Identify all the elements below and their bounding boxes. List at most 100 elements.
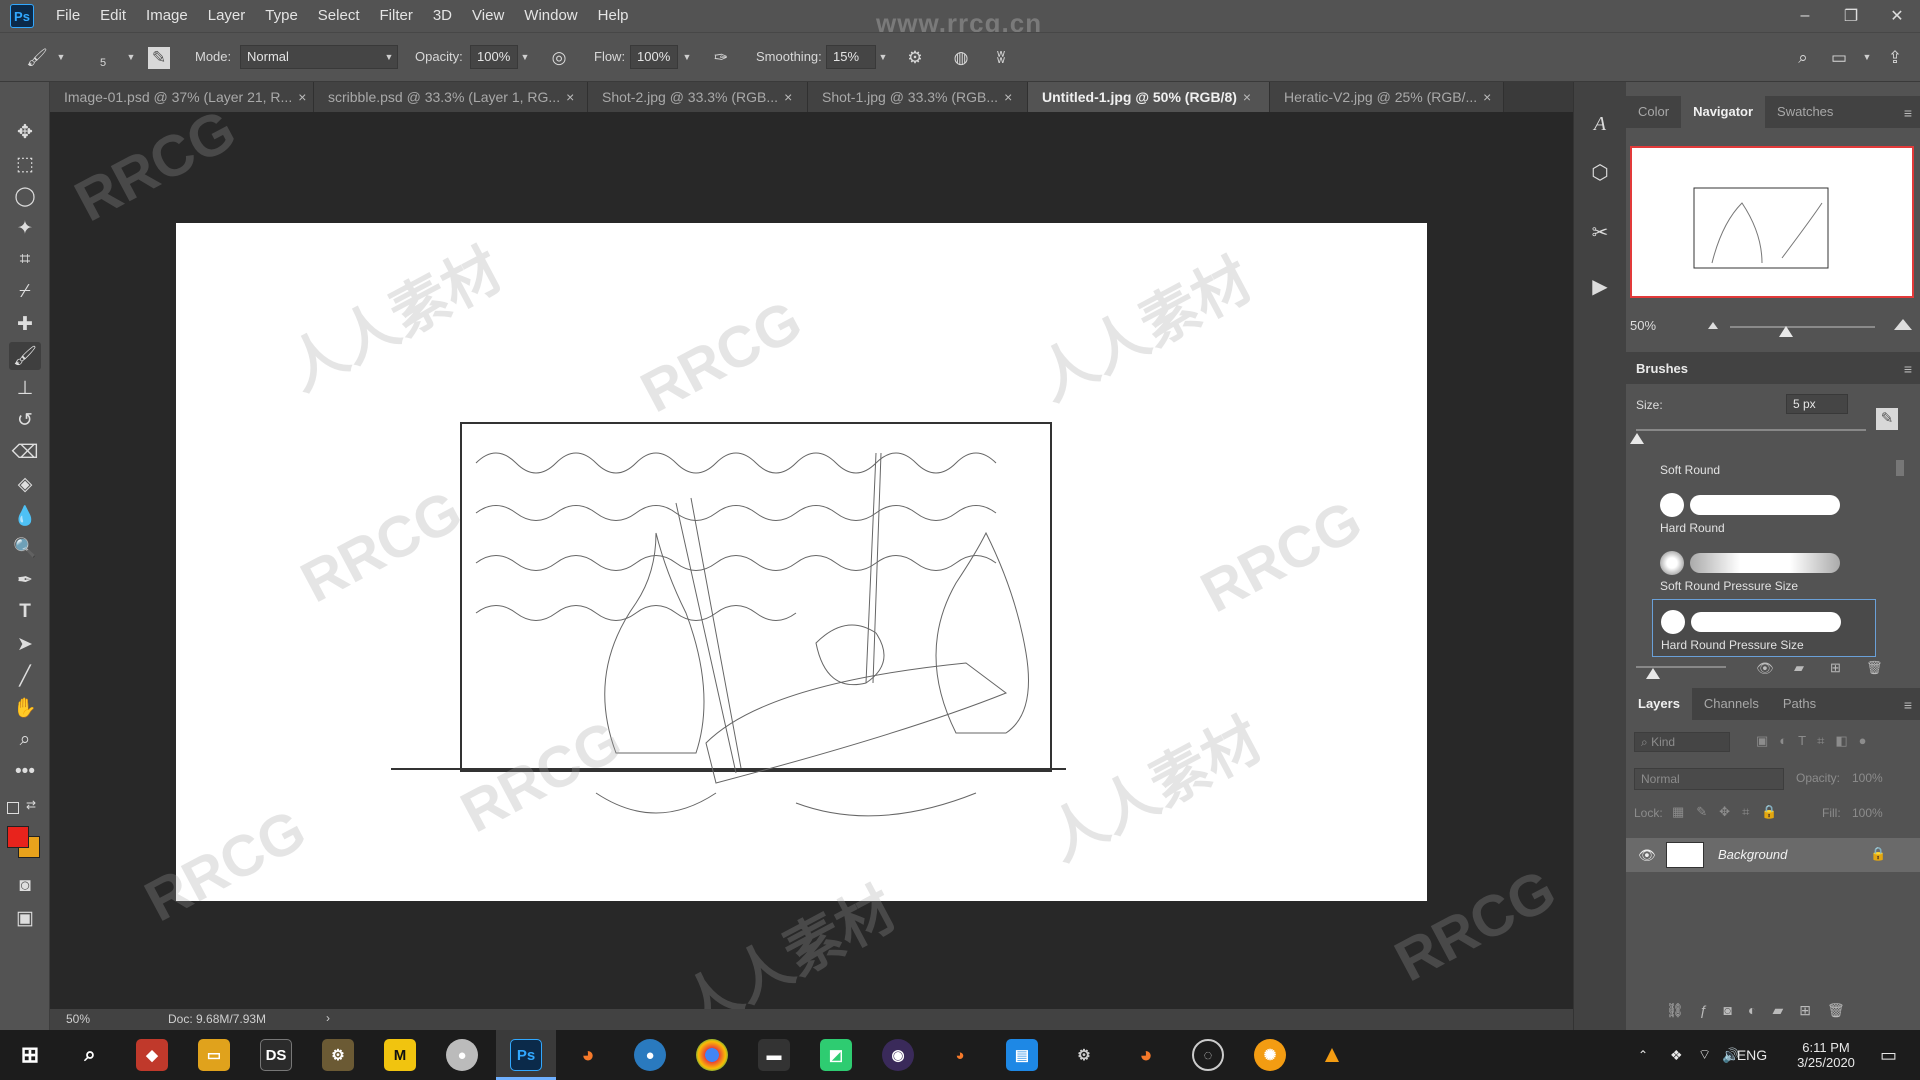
hand-tool-icon[interactable]: ✋ bbox=[9, 694, 41, 722]
menu-edit[interactable]: Edit bbox=[90, 0, 136, 32]
brushes-panel-menu-icon[interactable]: ≡ bbox=[1904, 361, 1912, 377]
tab-shot-1[interactable]: Shot-1.jpg @ 33.3% (RGB... × bbox=[808, 82, 1028, 112]
brush-picker-caret[interactable]: ▼ bbox=[124, 45, 138, 69]
mode-dropdown-caret[interactable]: ▼ bbox=[382, 45, 396, 69]
new-brush-icon[interactable]: ⊞ bbox=[1830, 660, 1841, 676]
tab-swatches[interactable]: Swatches bbox=[1765, 96, 1845, 128]
path-selection-tool-icon[interactable]: ➤ bbox=[9, 630, 41, 658]
file-explorer-icon[interactable]: ▭ bbox=[198, 1039, 230, 1071]
crop-tool-icon[interactable]: ⌗ bbox=[9, 246, 41, 274]
app-icon-sun[interactable]: ✺ bbox=[1254, 1039, 1286, 1071]
tab-close-icon[interactable]: × bbox=[1243, 89, 1251, 105]
zoom-out-icon[interactable] bbox=[1708, 322, 1718, 329]
canvas-area[interactable]: 人人素材 RRCG 人人素材 RRCG RRCG RRCG 人人素材 RRCG … bbox=[50, 112, 1554, 1009]
tab-paths[interactable]: Paths bbox=[1771, 688, 1828, 720]
brush-tool-preset-icon[interactable]: 🖌 bbox=[24, 45, 50, 71]
app-icon-dark[interactable]: ▬ bbox=[758, 1039, 790, 1071]
history-brush-tool-icon[interactable]: ↺ bbox=[9, 406, 41, 434]
line-tool-icon[interactable]: ╱ bbox=[9, 662, 41, 690]
app-icon-red[interactable]: ◆ bbox=[136, 1039, 168, 1071]
app-icon-m[interactable]: M bbox=[384, 1039, 416, 1071]
notification-center-icon[interactable]: ▭ bbox=[1880, 1030, 1897, 1080]
airbrush-icon[interactable]: ✑ bbox=[708, 45, 734, 71]
menu-layer[interactable]: Layer bbox=[198, 0, 256, 32]
layers-panel-menu-icon[interactable]: ≡ bbox=[1904, 697, 1912, 713]
clock[interactable]: 6:11 PM 3/25/2020 bbox=[1786, 1030, 1866, 1080]
flow-dropdown-caret[interactable]: ▼ bbox=[680, 45, 694, 69]
app-icon-blue[interactable]: ● bbox=[634, 1039, 666, 1071]
swap-colors-icon[interactable]: ⇄ bbox=[26, 798, 36, 812]
tab-scribble[interactable]: scribble.psd @ 33.3% (Layer 1, RG... × bbox=[314, 82, 588, 112]
search-icon[interactable]: ⌕ bbox=[74, 1039, 106, 1071]
healing-brush-tool-icon[interactable]: ✚ bbox=[9, 310, 41, 338]
brush-preset-soft-round-pressure-size[interactable]: Soft Round Pressure Size bbox=[1652, 541, 1876, 599]
layer-filter-kind-select[interactable]: ⌕ Kind bbox=[1634, 732, 1730, 752]
tab-close-icon[interactable]: × bbox=[1483, 89, 1491, 105]
minimize-button[interactable]: – bbox=[1782, 0, 1828, 32]
menu-file[interactable]: File bbox=[46, 0, 90, 32]
app-icon-green[interactable]: ◩ bbox=[820, 1039, 852, 1071]
tab-heratic-v2[interactable]: Heratic-V2.jpg @ 25% (RGB/... × bbox=[1270, 82, 1504, 112]
menu-filter[interactable]: Filter bbox=[370, 0, 423, 32]
tab-layers[interactable]: Layers bbox=[1626, 688, 1692, 720]
tab-channels[interactable]: Channels bbox=[1692, 688, 1771, 720]
brush-tool-icon[interactable]: 🖌 bbox=[9, 342, 41, 370]
tab-untitled-1[interactable]: Untitled-1.jpg @ 50% (RGB/8) × bbox=[1028, 82, 1270, 112]
menu-select[interactable]: Select bbox=[308, 0, 370, 32]
language-indicator[interactable]: ENG bbox=[1732, 1030, 1772, 1080]
magic-wand-tool-icon[interactable]: ✦ bbox=[9, 214, 41, 242]
brush-preset-hard-round[interactable]: Hard Round bbox=[1652, 483, 1876, 541]
pen-tool-icon[interactable]: ✒ bbox=[9, 566, 41, 594]
3d-panel-icon[interactable]: ⬡ bbox=[1582, 154, 1618, 190]
zoom-readout[interactable]: 50% bbox=[66, 1012, 90, 1026]
brush-preset-soft-round[interactable]: Soft Round bbox=[1652, 437, 1876, 481]
brush-preset-hard-round-pressure-size[interactable]: Hard Round Pressure Size bbox=[1652, 599, 1876, 657]
search-icon[interactable]: ⌕ bbox=[1790, 45, 1816, 71]
layer-name[interactable]: Background bbox=[1718, 847, 1787, 862]
lasso-tool-icon[interactable]: ◯ bbox=[9, 182, 41, 210]
brush-size-input[interactable]: 5 px bbox=[1786, 394, 1848, 414]
symmetry-butterfly-icon[interactable]: ʬ bbox=[988, 45, 1014, 71]
eyedropper-tool-icon[interactable]: ⌿ bbox=[9, 278, 41, 306]
mode-select[interactable]: Normal bbox=[240, 45, 398, 69]
document-canvas[interactable]: 人人素材 RRCG 人人素材 RRCG RRCG RRCG 人人素材 bbox=[176, 223, 1427, 901]
brush-settings-icon[interactable]: ✎ bbox=[1876, 408, 1898, 430]
screen-mode-icon[interactable]: ▣ bbox=[9, 904, 41, 932]
blender-icon-2[interactable]: ◕ bbox=[1130, 1039, 1162, 1071]
menu-window[interactable]: Window bbox=[514, 0, 587, 32]
move-tool-icon[interactable]: ✥ bbox=[9, 118, 41, 146]
layer-visibility-eye-icon[interactable]: 👁 bbox=[1638, 847, 1656, 864]
windows-start-icon[interactable]: ⊞ bbox=[14, 1039, 46, 1071]
menu-view[interactable]: View bbox=[462, 0, 514, 32]
tab-close-icon[interactable]: × bbox=[298, 89, 306, 105]
menu-3d[interactable]: 3D bbox=[423, 0, 462, 32]
quick-mask-icon[interactable]: ◙ bbox=[9, 872, 41, 900]
daz-studio-icon[interactable]: DS bbox=[260, 1039, 292, 1071]
menu-image[interactable]: Image bbox=[136, 0, 198, 32]
network-icon[interactable]: ⌔ bbox=[1698, 1030, 1711, 1080]
app-icon-purple[interactable]: ◉ bbox=[882, 1039, 914, 1071]
tab-color[interactable]: Color bbox=[1626, 96, 1681, 128]
tab-close-icon[interactable]: × bbox=[566, 89, 574, 105]
delete-brush-icon[interactable]: 🗑 bbox=[1866, 660, 1883, 676]
tray-overflow-icon[interactable]: ⌃ bbox=[1638, 1030, 1648, 1080]
more-tools-icon[interactable]: ••• bbox=[9, 758, 41, 786]
brush-list-scrollbar[interactable] bbox=[1896, 460, 1904, 476]
opacity-input[interactable]: 100% bbox=[470, 45, 518, 69]
blur-tool-icon[interactable]: 💧 bbox=[9, 502, 41, 530]
menu-help[interactable]: Help bbox=[588, 0, 639, 32]
flow-input[interactable]: 100% bbox=[630, 45, 678, 69]
photoshop-taskbar-icon[interactable]: Ps bbox=[510, 1039, 542, 1071]
smoothing-dropdown-caret[interactable]: ▼ bbox=[876, 45, 890, 69]
marquee-tool-icon[interactable]: ⬚ bbox=[9, 150, 41, 178]
tab-navigator[interactable]: Navigator bbox=[1681, 96, 1766, 128]
tab-shot-2[interactable]: Shot-2.jpg @ 33.3% (RGB... × bbox=[588, 82, 808, 112]
navigator-preview[interactable] bbox=[1630, 146, 1914, 298]
app-icon-brown[interactable]: ⚙ bbox=[322, 1039, 354, 1071]
actions-play-icon[interactable]: ▶ bbox=[1582, 268, 1618, 304]
tab-close-icon[interactable]: × bbox=[1004, 89, 1012, 105]
panel-menu-icon[interactable]: ≡ bbox=[1904, 105, 1912, 121]
restore-button[interactable]: ❐ bbox=[1828, 0, 1874, 32]
tab-close-icon[interactable]: × bbox=[784, 89, 792, 105]
default-colors-icon[interactable] bbox=[7, 802, 19, 814]
